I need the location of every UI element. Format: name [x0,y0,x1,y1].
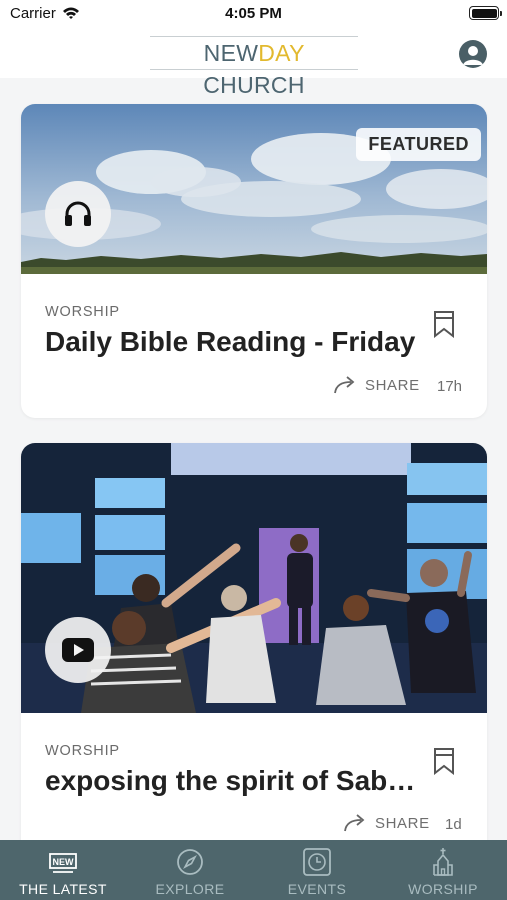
tab-explore[interactable]: EXPLORE [135,840,245,900]
battery-icon [469,6,502,20]
clock-icon [303,848,331,876]
new-badge-icon: NEW [49,853,77,873]
church-logo[interactable]: NEWDAY CHURCH [150,36,358,98]
share-button[interactable]: SHARE [333,375,420,395]
card-title[interactable]: exposing the spirit of Sabbath [45,765,421,797]
bookmark-icon[interactable] [433,747,455,775]
tab-the-latest[interactable]: NEW THE LATEST [8,840,118,900]
app-header: NEWDAY CHURCH [0,28,507,98]
tab-label: THE LATEST [19,881,107,897]
play-video-icon [62,638,94,662]
card-category: WORSHIP [45,304,120,320]
content-feed[interactable]: FEATURED WORSHIP Daily Bible Reading - F… [0,78,507,840]
tab-worship[interactable]: WORSHIP [388,840,498,900]
share-label: SHARE [375,814,430,832]
logo-text-new: NEW [203,40,259,66]
tab-label: EVENTS [287,881,347,897]
profile-button[interactable] [459,40,487,68]
tab-label: WORSHIP [408,881,478,897]
card-timestamp: 17h [437,378,463,395]
bookmark-icon[interactable] [433,310,455,338]
content-card[interactable]: FEATURED WORSHIP Daily Bible Reading - F… [21,104,487,418]
compass-icon [177,849,203,875]
church-icon [433,848,453,876]
user-avatar-icon [463,46,483,65]
share-arrow-icon [334,376,355,394]
card-category: WORSHIP [45,743,120,759]
tab-events[interactable]: EVENTS [262,840,372,900]
share-arrow-icon [344,814,365,832]
bottom-tab-bar: NEW THE LATEST EXPLORE EVENTS WORSHIP [0,840,507,900]
status-time: 4:05 PM [225,5,282,22]
video-play-button[interactable] [45,617,111,683]
audio-play-button[interactable] [45,181,111,247]
tab-label: EXPLORE [155,881,225,897]
status-bar: Carrier 4:05 PM [0,0,507,28]
svg-text:NEW: NEW [53,857,75,867]
content-card[interactable]: WORSHIP exposing the spirit of Sabbath S… [21,443,487,840]
card-title[interactable]: Daily Bible Reading - Friday [45,326,421,358]
share-button[interactable]: SHARE [343,813,430,833]
featured-badge: FEATURED [356,128,481,161]
share-label: SHARE [365,376,420,394]
logo-text-day: DAY [258,40,305,66]
card-timestamp: 1d [445,816,462,833]
headphones-icon [65,201,91,226]
